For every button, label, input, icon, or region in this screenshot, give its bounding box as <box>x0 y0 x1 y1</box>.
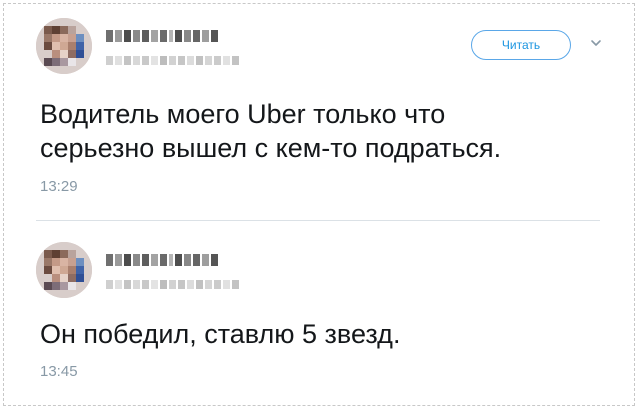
author-handle-blurred[interactable] <box>106 280 239 289</box>
avatar[interactable] <box>36 242 92 298</box>
tweet-timestamp[interactable]: 13:29 <box>40 178 78 195</box>
follow-button[interactable]: Читать <box>471 30 571 60</box>
author-name-blurred[interactable] <box>106 254 218 266</box>
chevron-down-icon[interactable] <box>589 36 603 50</box>
tweet-text: Водитель моего Uber только что серьезно … <box>40 99 502 163</box>
tweet-text: Он победил, ставлю 5 звезд. <box>40 319 401 349</box>
author-name-blurred[interactable] <box>106 30 218 42</box>
tweet-timestamp[interactable]: 13:45 <box>40 363 78 380</box>
author-handle-blurred[interactable] <box>106 56 239 65</box>
avatar[interactable] <box>36 18 92 74</box>
tweet-divider <box>36 220 600 221</box>
